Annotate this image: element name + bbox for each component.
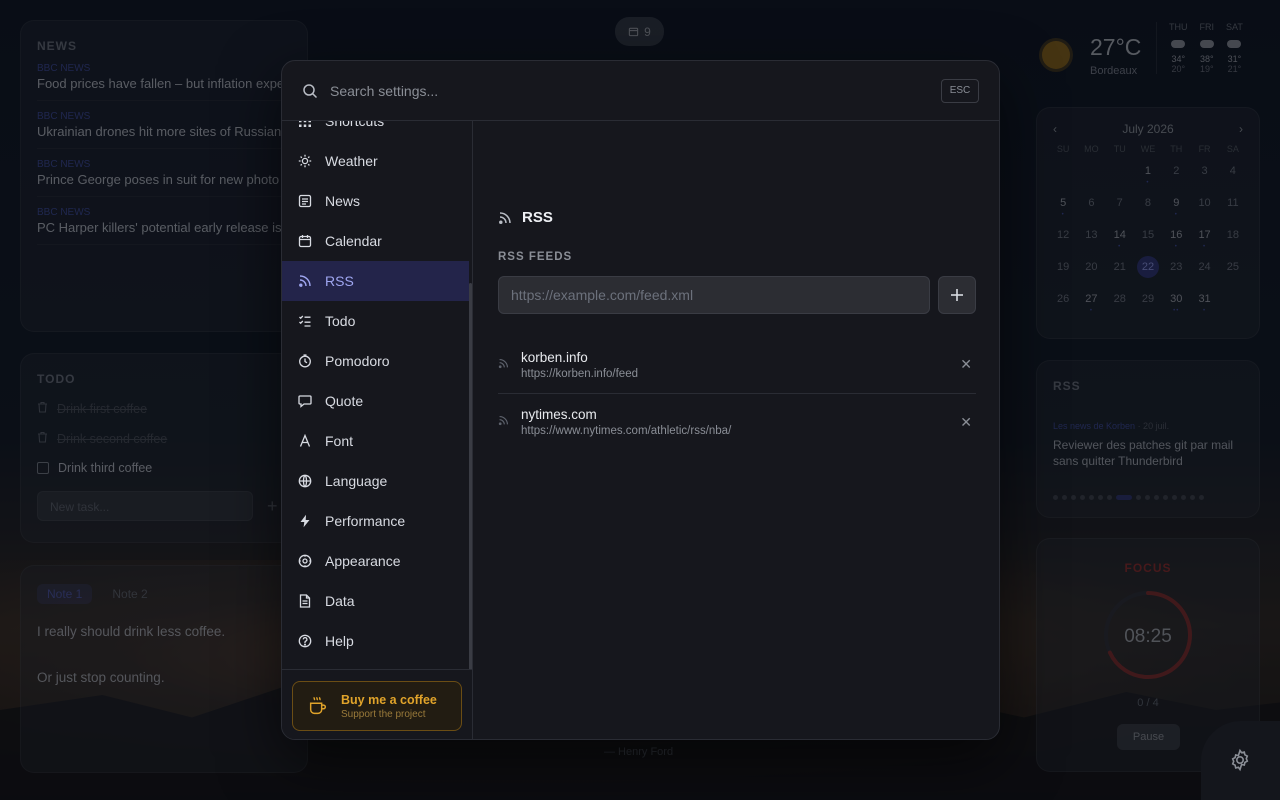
sidebar-item-language[interactable]: Language [282, 461, 469, 501]
gear-icon [1231, 748, 1249, 772]
rss-icon [499, 211, 511, 224]
section-title: RSS [522, 209, 553, 226]
font-icon [298, 434, 312, 448]
sidebar-item-label: Todo [325, 313, 356, 329]
settings-content: RSS RSS FEEDS korben.info https://korben.… [474, 121, 999, 739]
sidebar-item-weather[interactable]: Weather [282, 141, 469, 181]
feed-name: nytimes.com [521, 407, 597, 422]
sidebar-item-label: Pomodoro [325, 353, 390, 369]
sidebar-item-label: RSS [325, 273, 354, 289]
sidebar-scrollbar[interactable] [469, 283, 472, 671]
sidebar-item-label: Performance [325, 513, 406, 529]
feed-url: https://www.nytimes.com/athletic/rss/nba… [521, 425, 732, 437]
remove-feed-icon[interactable]: ✕ [960, 356, 972, 373]
settings-fab[interactable] [1201, 721, 1280, 800]
sidebar-item-label: Shortcuts [325, 121, 385, 129]
feed-row: korben.info https://korben.info/feed ✕ [498, 336, 976, 393]
remove-feed-icon[interactable]: ✕ [960, 414, 972, 431]
settings-sidebar: Shortcuts Weather News Calendar RSS Todo Pomod… [282, 121, 473, 739]
sidebar-footer: Buy me a coffee Support the project [282, 669, 472, 739]
timer-icon [298, 354, 312, 368]
settings-nav: Shortcuts Weather News Calendar RSS Todo Pomod… [282, 121, 469, 661]
settings-search-input[interactable] [330, 82, 929, 99]
rss-feed-icon [498, 413, 521, 431]
sidebar-item-todo[interactable]: Todo [282, 301, 469, 341]
palette-icon [298, 554, 312, 568]
coffee-subtitle: Support the project [341, 708, 426, 720]
esc-button[interactable]: ESC [941, 78, 979, 103]
sidebar-item-pomodoro[interactable]: Pomodoro [282, 341, 469, 381]
rss-feeds-label: RSS FEEDS [498, 251, 573, 263]
settings-modal: ESC Shortcuts Weather News Calendar RSS Todo P… [281, 60, 1000, 740]
file-icon [298, 594, 312, 608]
sidebar-item-label: News [325, 193, 361, 209]
sidebar-item-label: Language [325, 473, 388, 489]
message-icon [298, 394, 312, 408]
sidebar-item-label: Data [325, 593, 355, 609]
checklist-icon [298, 314, 312, 328]
feed-url: https://korben.info/feed [521, 367, 638, 380]
calendar-icon [298, 234, 312, 248]
feed-url-input[interactable] [498, 276, 930, 314]
sidebar-item-label: Quote [325, 393, 364, 409]
settings-search-bar: ESC [282, 61, 999, 121]
sidebar-item-label: Calendar [325, 233, 382, 249]
sidebar-item-shortcuts[interactable]: Shortcuts [282, 121, 469, 141]
sun-icon [298, 154, 312, 168]
sidebar-item-label: Font [325, 433, 354, 449]
sidebar-item-quote[interactable]: Quote [282, 381, 469, 421]
feed-name: korben.info [521, 349, 588, 365]
sidebar-item-calendar[interactable]: Calendar [282, 221, 469, 261]
section-header: RSS [498, 209, 553, 226]
sidebar-item-performance[interactable]: Performance [282, 501, 469, 541]
globe-icon [298, 474, 312, 488]
sidebar-item-data[interactable]: Data [282, 581, 469, 621]
bolt-icon [298, 514, 312, 528]
add-feed-button[interactable] [938, 276, 976, 314]
sidebar-item-news[interactable]: News [282, 181, 469, 221]
sidebar-item-font[interactable]: Font [282, 421, 469, 461]
buy-me-a-coffee-button[interactable]: Buy me a coffee Support the project [292, 681, 462, 731]
help-icon [298, 634, 312, 648]
grid-icon [298, 121, 312, 128]
feed-info: korben.info https://korben.info/feed [521, 350, 638, 380]
rss-icon [298, 274, 312, 288]
sidebar-item-appearance[interactable]: Appearance [282, 541, 469, 581]
sidebar-item-help[interactable]: Help [282, 621, 469, 661]
coffee-cup-icon [309, 696, 327, 715]
sidebar-item-label: Appearance [325, 553, 401, 569]
feed-row: nytimes.com https://www.nytimes.com/athle… [498, 393, 976, 450]
sidebar-item-label: Weather [325, 153, 378, 169]
rss-feed-icon [498, 356, 521, 374]
newspaper-icon [298, 194, 312, 208]
search-icon [303, 83, 318, 98]
sidebar-item-rss[interactable]: RSS [282, 261, 469, 301]
coffee-title: Buy me a coffee [341, 692, 437, 707]
feed-info: nytimes.com https://www.nytimes.com/athle… [521, 407, 731, 437]
sidebar-item-label: Help [325, 633, 354, 649]
plus-icon [951, 289, 963, 301]
